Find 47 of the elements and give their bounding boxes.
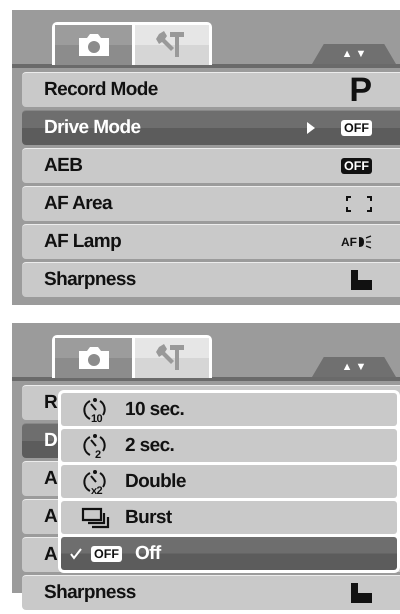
sharpness-icon — [350, 583, 372, 603]
off-badge: OFF — [91, 546, 122, 562]
menu-item[interactable]: Record Mode P — [22, 72, 400, 107]
item-label: AEB — [44, 155, 82, 177]
item-label: AF Area — [44, 193, 112, 215]
popup-option[interactable]: x2 Double — [61, 465, 397, 498]
off-badge: OFF — [341, 120, 372, 136]
scroll-arrows[interactable]: ▲ ▼ — [312, 44, 396, 64]
sharpness-icon — [350, 270, 372, 290]
item-label: D — [44, 430, 58, 452]
burst-icon — [81, 506, 111, 528]
menu-item[interactable]: Sharpness — [22, 262, 400, 297]
af-area-icon — [346, 196, 372, 212]
option-label: 10 sec. — [125, 398, 184, 420]
item-label: Record Mode — [44, 79, 158, 101]
item-label: Sharpness — [44, 582, 136, 604]
menu-item[interactable]: Sharpness — [22, 575, 400, 610]
item-label: R — [44, 392, 58, 414]
camera-icon — [76, 33, 110, 57]
popup-option[interactable]: OFF Off — [61, 537, 397, 570]
lamp-icon — [358, 235, 372, 249]
scroll-arrows[interactable]: ▲ ▼ — [312, 357, 396, 377]
option-label: Double — [125, 470, 186, 492]
item-label: Sharpness — [44, 269, 136, 291]
menu-item[interactable]: Drive Mode OFF — [22, 110, 400, 145]
af-label: AF — [341, 235, 357, 249]
option-label: Burst — [125, 506, 172, 528]
option-label: Off — [135, 542, 161, 564]
menu-item[interactable]: AEB OFF — [22, 148, 400, 183]
popup-option[interactable]: Burst — [61, 501, 397, 534]
menu-tab[interactable] — [132, 338, 209, 378]
option-label: 2 sec. — [125, 434, 174, 456]
item-label: A — [44, 468, 58, 490]
camera-icon — [76, 346, 110, 370]
item-label: A — [44, 506, 58, 528]
menu-tab[interactable] — [55, 25, 132, 65]
item-label: AF Lamp — [44, 231, 122, 253]
menu-item[interactable]: AF Lamp AF — [22, 224, 400, 259]
menu-tab[interactable] — [55, 338, 132, 378]
off-badge: OFF — [341, 158, 372, 174]
menu-item[interactable]: AF Area — [22, 186, 400, 221]
popup-option[interactable]: 10 10 sec. — [61, 393, 397, 426]
menu-tab[interactable] — [132, 25, 209, 65]
mode-value: P — [349, 73, 372, 107]
popup-option[interactable]: 2 2 sec. — [61, 429, 397, 462]
item-label: A — [44, 544, 58, 566]
item-label: Drive Mode — [44, 117, 140, 139]
